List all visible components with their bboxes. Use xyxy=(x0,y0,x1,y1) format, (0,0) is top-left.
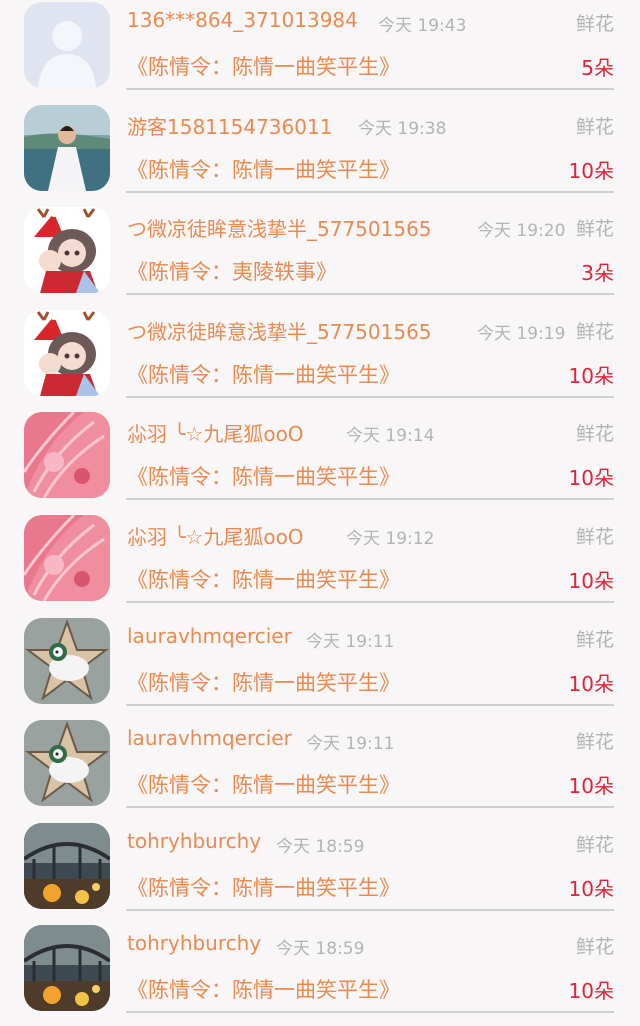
timestamp: 今天 19:38 xyxy=(358,118,447,139)
user-name[interactable]: 游客1581154736011 xyxy=(127,111,332,140)
list-item[interactable]: つ微凉徒眸意浅挚半_577501565 今天 19:20 鲜花 《陈情令：夷陵轶… xyxy=(0,205,640,308)
gift-count: 10朵 xyxy=(568,158,614,183)
gift-type: 鲜花 xyxy=(575,218,614,241)
gift-type: 鲜花 xyxy=(575,628,614,651)
book-title[interactable]: 《陈情令：陈情一曲笑平生》 xyxy=(127,461,400,491)
user-name[interactable]: tohryhburchy xyxy=(127,931,261,955)
gift-count: 10朵 xyxy=(568,466,614,491)
divider xyxy=(126,395,614,398)
user-name[interactable]: 136***864_371013984 xyxy=(127,8,358,32)
gift-type: 鲜花 xyxy=(575,936,614,959)
divider xyxy=(126,703,614,706)
user-name[interactable]: 尛羽 ╰☆九尾狐ooO xyxy=(127,521,304,550)
timestamp: 今天 18:59 xyxy=(276,939,365,960)
gift-count: 5朵 xyxy=(581,56,614,80)
divider xyxy=(126,190,614,193)
anime-reindeer-avatar[interactable] xyxy=(24,207,110,294)
user-name[interactable]: tohryhburchy xyxy=(127,829,261,853)
user-name[interactable]: つ微凉徒眸意浅挚半_577501565 xyxy=(127,213,432,242)
anime-reindeer-avatar[interactable] xyxy=(24,309,110,396)
book-title[interactable]: 《陈情令：陈情一曲笑平生》 xyxy=(127,51,400,81)
divider xyxy=(126,88,614,90)
gift-count: 10朵 xyxy=(568,774,614,799)
gift-type: 鲜花 xyxy=(575,423,614,446)
divider xyxy=(126,908,614,911)
bridge-scene-avatar[interactable] xyxy=(24,925,110,1012)
gift-type: 鲜花 xyxy=(575,13,614,35)
list-item[interactable]: 136***864_371013984 今天 19:43 鲜花 《陈情令：陈情一… xyxy=(0,0,640,103)
star-sheep-avatar[interactable] xyxy=(24,720,110,807)
divider xyxy=(126,293,614,296)
book-title[interactable]: 《陈情令：陈情一曲笑平生》 xyxy=(127,667,400,697)
list-item[interactable]: tohryhburchy 今天 18:59 鲜花 《陈情令：陈情一曲笑平生》 1… xyxy=(0,821,640,924)
gift-count: 10朵 xyxy=(568,979,614,1004)
gift-type: 鲜花 xyxy=(575,833,614,856)
gift-record-list: 136***864_371013984 今天 19:43 鲜花 《陈情令：陈情一… xyxy=(0,0,640,1026)
timestamp: 今天 19:11 xyxy=(306,734,395,755)
gift-type: 鲜花 xyxy=(575,731,614,754)
gift-count: 10朵 xyxy=(568,568,614,593)
list-item[interactable]: 游客1581154736011 今天 19:38 鲜花 《陈情令：陈情一曲笑平生… xyxy=(0,103,640,206)
gift-type: 鲜花 xyxy=(575,320,614,343)
timestamp: 今天 19:14 xyxy=(346,426,435,447)
user-name[interactable]: lauravhmqercier xyxy=(127,726,292,750)
list-item[interactable]: tohryhburchy 今天 18:59 鲜花 《陈情令：陈情一曲笑平生》 1… xyxy=(0,923,640,1026)
user-name[interactable]: 尛羽 ╰☆九尾狐ooO xyxy=(127,418,304,447)
divider xyxy=(126,806,614,809)
gift-count: 10朵 xyxy=(568,876,614,901)
default-avatar[interactable] xyxy=(24,2,110,88)
user-name[interactable]: つ微凉徒眸意浅挚半_577501565 xyxy=(127,316,432,345)
timestamp: 今天 19:19 xyxy=(477,323,566,344)
book-title[interactable]: 《陈情令：陈情一曲笑平生》 xyxy=(127,974,400,1004)
star-sheep-avatar[interactable] xyxy=(24,617,110,704)
gift-type: 鲜花 xyxy=(575,525,614,548)
list-item[interactable]: 尛羽 ╰☆九尾狐ooO 今天 19:12 鲜花 《陈情令：陈情一曲笑平生》 10… xyxy=(0,513,640,616)
divider xyxy=(126,1011,614,1014)
gift-count: 3朵 xyxy=(581,261,614,286)
gift-count: 10朵 xyxy=(568,671,614,696)
gift-count: 10朵 xyxy=(568,363,614,388)
divider xyxy=(126,498,614,501)
book-title[interactable]: 《陈情令：陈情一曲笑平生》 xyxy=(127,769,400,799)
book-title[interactable]: 《陈情令：夷陵轶事》 xyxy=(127,256,337,286)
timestamp: 今天 18:59 xyxy=(276,836,365,857)
list-item[interactable]: つ微凉徒眸意浅挚半_577501565 今天 19:19 鲜花 《陈情令：陈情一… xyxy=(0,308,640,411)
timestamp: 今天 19:43 xyxy=(378,16,467,36)
book-title[interactable]: 《陈情令：陈情一曲笑平生》 xyxy=(127,872,400,902)
pink-feather-avatar[interactable] xyxy=(24,412,110,499)
timestamp: 今天 19:20 xyxy=(477,221,566,242)
timestamp: 今天 19:11 xyxy=(306,631,395,652)
book-title[interactable]: 《陈情令：陈情一曲笑平生》 xyxy=(127,564,400,594)
timestamp: 今天 19:12 xyxy=(346,528,435,549)
divider xyxy=(126,600,614,603)
list-item[interactable]: lauravhmqercier 今天 19:11 鲜花 《陈情令：陈情一曲笑平生… xyxy=(0,718,640,821)
gift-type: 鲜花 xyxy=(575,115,614,138)
list-item[interactable]: lauravhmqercier 今天 19:11 鲜花 《陈情令：陈情一曲笑平生… xyxy=(0,616,640,719)
list-item[interactable]: 尛羽 ╰☆九尾狐ooO 今天 19:14 鲜花 《陈情令：陈情一曲笑平生》 10… xyxy=(0,410,640,513)
bridge-scene-avatar[interactable] xyxy=(24,822,110,909)
user-name[interactable]: lauravhmqercier xyxy=(127,624,292,648)
pink-feather-avatar[interactable] xyxy=(24,514,110,601)
bride-photo-avatar[interactable] xyxy=(24,104,110,191)
book-title[interactable]: 《陈情令：陈情一曲笑平生》 xyxy=(127,359,400,389)
book-title[interactable]: 《陈情令：陈情一曲笑平生》 xyxy=(127,154,400,184)
